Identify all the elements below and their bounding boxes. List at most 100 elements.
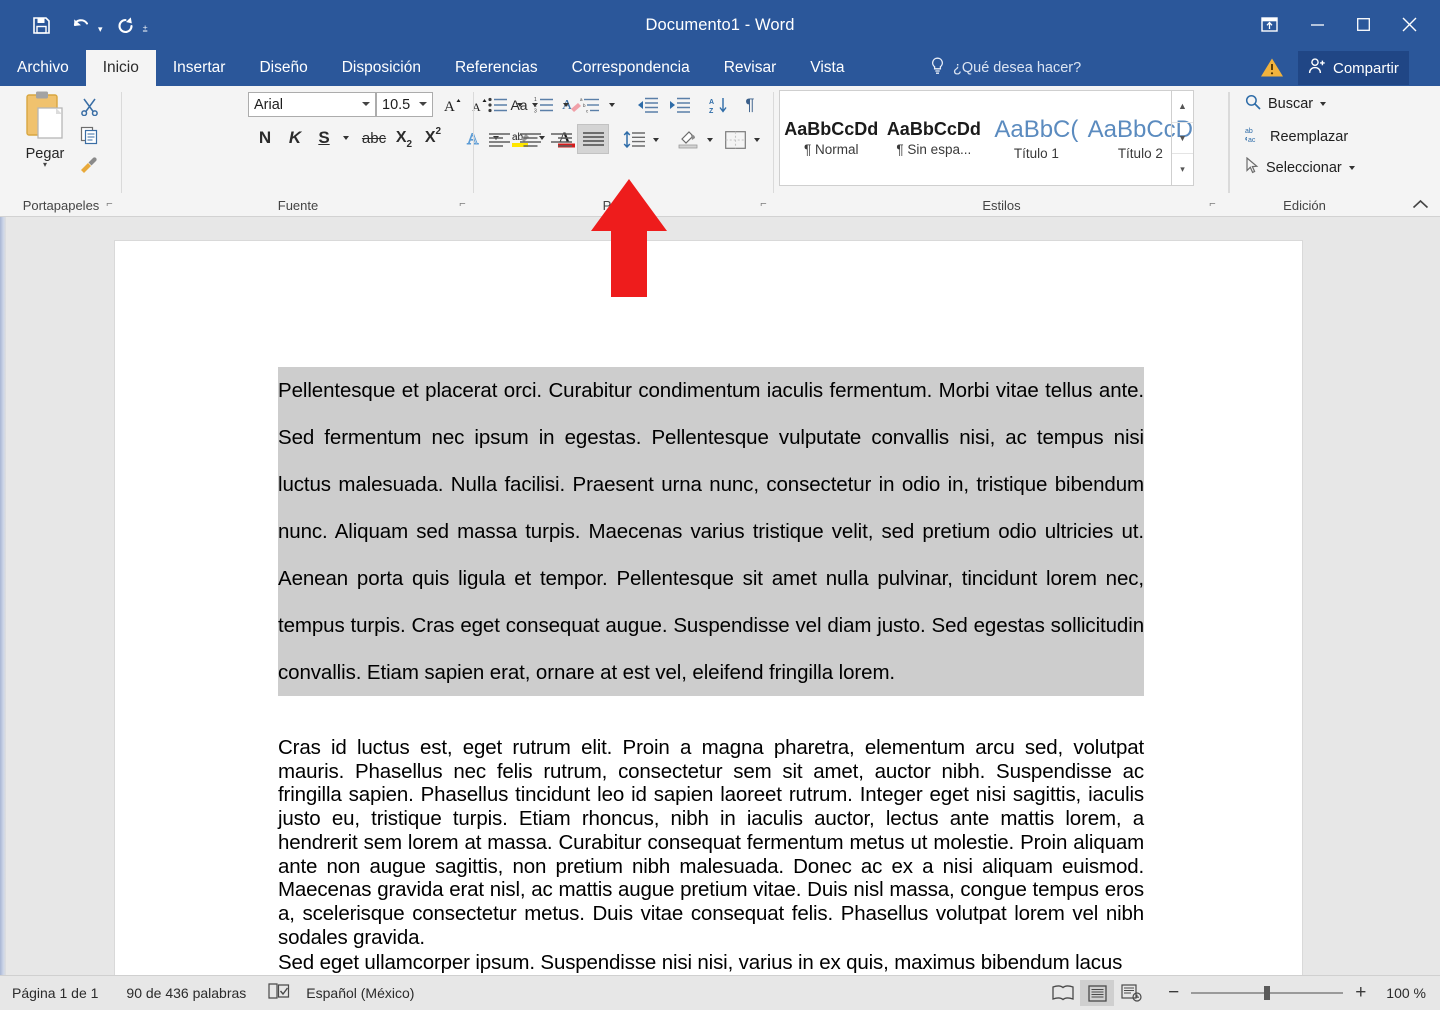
read-mode-icon[interactable] [1046, 980, 1080, 1006]
ribbon-group-styles: AaBbCcDd ¶ Normal AaBbCcDd ¶ Sin espa...… [774, 86, 1229, 217]
font-name-combo[interactable]: Arial [248, 92, 376, 117]
tab-archivo[interactable]: Archivo [0, 50, 86, 86]
svg-text:c: c [586, 109, 589, 114]
multilevel-list-button[interactable]: abc [576, 92, 604, 118]
increase-indent-button[interactable] [665, 92, 695, 118]
bullets-caret-icon[interactable] [512, 92, 528, 118]
italic-button[interactable]: K [281, 124, 309, 152]
collapse-ribbon-chevron-icon[interactable] [1408, 193, 1432, 215]
svg-text:A: A [444, 99, 455, 114]
group-label-editing: Edición [1283, 198, 1326, 213]
paste-button[interactable]: Pegar ▾ [12, 90, 78, 188]
find-caret-icon[interactable] [1320, 102, 1327, 106]
zoom-in-button[interactable]: + [1355, 983, 1366, 1002]
paste-dropdown-caret-icon[interactable]: ▾ [43, 161, 47, 169]
share-person-icon [1308, 57, 1326, 79]
tab-insertar[interactable]: Insertar [156, 50, 243, 86]
style-titulo-1[interactable]: AaBbC( Título 1 [985, 91, 1088, 185]
clipboard-dialog-launcher[interactable]: ⌐ [103, 198, 116, 211]
tab-vista[interactable]: Vista [793, 50, 861, 86]
style-preview: AaBbCcDd [784, 119, 879, 139]
word-count[interactable]: 90 de 436 palabras [126, 985, 246, 1001]
font-size-value: 10.5 [382, 96, 411, 113]
subscript-button[interactable]: X2 [390, 124, 418, 152]
line-spacing-caret-icon[interactable] [648, 126, 664, 153]
font-size-caret-icon[interactable] [419, 102, 427, 106]
superscript-button[interactable]: X2 [419, 124, 447, 152]
decrease-indent-button[interactable] [633, 92, 663, 118]
borders-caret-icon[interactable] [749, 126, 765, 153]
share-button[interactable]: Compartir [1298, 51, 1409, 85]
align-left-button[interactable] [484, 126, 514, 153]
document-page[interactable]: Pellentesque et placerat orci. Curabitur… [114, 240, 1303, 975]
tab-disposicion[interactable]: Disposición [325, 50, 438, 86]
shading-caret-icon[interactable] [702, 126, 718, 153]
multilevel-caret-icon[interactable] [604, 92, 620, 118]
page-indicator[interactable]: Página 1 de 1 [12, 985, 98, 1001]
tab-referencias[interactable]: Referencias [438, 50, 555, 86]
find-button[interactable]: Buscar [1245, 94, 1327, 114]
style-name: Título 2 [1117, 145, 1163, 161]
styles-more-icon[interactable]: ▾ [1172, 154, 1193, 185]
annotation-arrow-icon [591, 179, 667, 297]
align-right-button[interactable] [546, 126, 576, 153]
language-indicator[interactable]: Español (México) [306, 985, 414, 1001]
style-normal[interactable]: AaBbCcDd ¶ Normal [780, 91, 883, 185]
ribbon: Pegar ▾ Portapapeles ⌐ Arial 10.5 A A Aa… [0, 86, 1440, 217]
cut-button[interactable] [74, 92, 104, 120]
sort-button[interactable]: AZ [704, 92, 732, 118]
zoom-out-button[interactable]: − [1168, 983, 1179, 1002]
style-sin-espaciado[interactable]: AaBbCcDd ¶ Sin espa... [883, 91, 986, 185]
web-layout-icon[interactable] [1114, 980, 1148, 1006]
zoom-level[interactable]: 100 % [1386, 985, 1426, 1001]
proofing-errors-icon[interactable] [268, 982, 290, 1005]
ribbon-display-options-icon[interactable] [1244, 4, 1294, 44]
tab-diseno[interactable]: Diseño [242, 50, 324, 86]
shading-button[interactable] [673, 126, 703, 153]
underline-caret-icon[interactable] [338, 124, 354, 152]
minimize-icon[interactable] [1294, 4, 1340, 44]
tab-correspondencia[interactable]: Correspondencia [555, 50, 707, 86]
strikethrough-button[interactable]: abc [358, 124, 390, 152]
tab-revisar[interactable]: Revisar [707, 50, 794, 86]
bullets-button[interactable] [484, 92, 512, 118]
numbering-button[interactable]: 123 [530, 92, 558, 118]
styles-scroll-up-icon[interactable]: ▲ [1172, 91, 1193, 123]
cursor-arrow-icon [1245, 156, 1259, 178]
document-canvas[interactable]: Pellentesque et placerat orci. Curabitur… [0, 217, 1440, 975]
replace-button[interactable]: ab ac Reemplazar [1245, 126, 1348, 147]
bold-button[interactable]: N [250, 124, 280, 152]
replace-label: Reemplazar [1270, 128, 1349, 145]
tell-me-search[interactable]: ¿Qué desea hacer? [930, 53, 1255, 83]
grow-font-button[interactable]: A [440, 92, 467, 117]
warning-triangle-icon[interactable] [1260, 57, 1284, 83]
paragraph-selected[interactable]: Pellentesque et placerat orci. Curabitur… [278, 367, 1144, 696]
maximize-icon[interactable] [1340, 4, 1386, 44]
print-layout-icon[interactable] [1080, 980, 1115, 1006]
zoom-slider[interactable] [1191, 986, 1344, 1000]
paragraph-3[interactable]: Sed eget ullamcorper ipsum. Suspendisse … [278, 951, 1144, 975]
close-icon[interactable] [1386, 4, 1432, 44]
copy-button[interactable] [74, 121, 104, 149]
format-painter-button[interactable] [74, 150, 104, 178]
window-controls [1244, 4, 1432, 44]
line-spacing-button[interactable] [619, 126, 649, 153]
borders-button[interactable] [720, 126, 750, 153]
status-bar: Página 1 de 1 90 de 436 palabras Español… [0, 975, 1440, 1010]
select-caret-icon[interactable] [1348, 165, 1355, 170]
styles-scrollbar: ▲ ▼ ▾ [1171, 91, 1193, 185]
font-dialog-launcher[interactable]: ⌐ [456, 198, 469, 211]
justify-button[interactable] [577, 124, 609, 154]
tab-inicio[interactable]: Inicio [85, 50, 156, 86]
font-size-combo[interactable]: 10.5 [376, 92, 433, 117]
underline-button[interactable]: S [310, 124, 338, 152]
numbering-caret-icon[interactable] [558, 92, 574, 118]
align-center-button[interactable] [515, 126, 545, 153]
paragraph-dialog-launcher[interactable]: ⌐ [757, 198, 770, 211]
styles-scroll-down-icon[interactable]: ▼ [1172, 123, 1193, 155]
formatting-marks-button[interactable]: ¶ [737, 92, 763, 118]
paragraph-2[interactable]: Cras id luctus est, eget rutrum elit. Pr… [278, 736, 1144, 949]
select-button[interactable]: Seleccionar [1245, 156, 1355, 178]
font-name-caret-icon[interactable] [362, 102, 370, 106]
zoom-slider-thumb[interactable] [1264, 986, 1271, 1000]
